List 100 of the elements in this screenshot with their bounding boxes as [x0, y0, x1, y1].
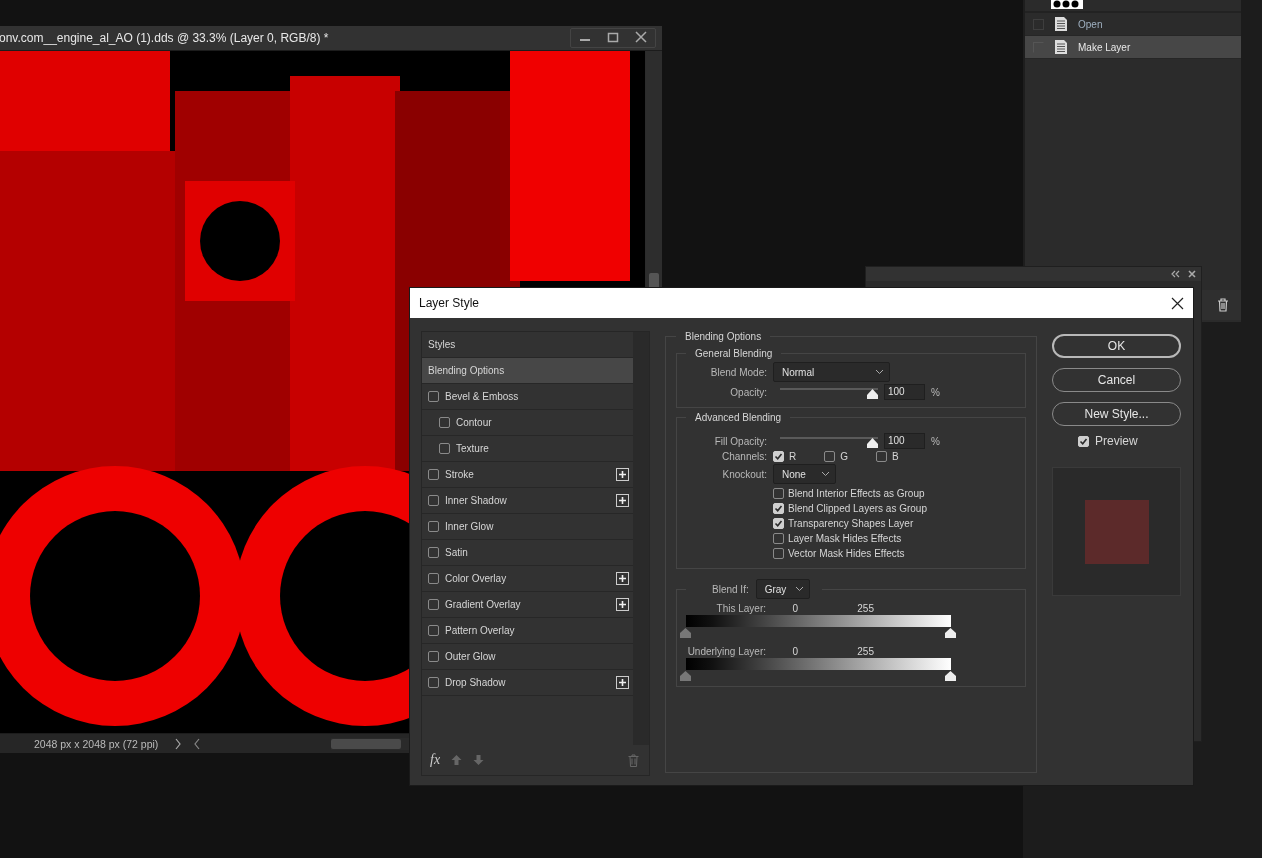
style-item[interactable]: Satin: [422, 540, 633, 566]
checkbox[interactable]: [439, 443, 450, 454]
add-icon[interactable]: [616, 468, 629, 481]
caret-icon: [794, 586, 804, 592]
dropdown[interactable]: Gray: [755, 579, 810, 599]
collapse-icon[interactable]: [1170, 270, 1180, 278]
style-item[interactable]: Color Overlay: [422, 566, 633, 592]
add-icon[interactable]: [616, 676, 629, 689]
style-label: Pattern Overlay: [445, 625, 515, 636]
close-icon[interactable]: [1171, 296, 1184, 310]
number-field[interactable]: 100: [884, 384, 925, 400]
field-label: This Layer:: [715, 602, 766, 614]
history-item[interactable]: Make Layer: [1025, 36, 1241, 59]
history-label: Open: [1078, 18, 1103, 30]
option-label: Vector Mask Hides Effects: [788, 548, 905, 559]
unit-label: %: [931, 435, 940, 447]
add-icon[interactable]: [616, 572, 629, 585]
slider-thumb[interactable]: [867, 388, 878, 399]
field-label: Fill Opacity:: [713, 435, 767, 447]
style-label: Satin: [445, 547, 468, 558]
section-title: Blending Options: [684, 331, 763, 342]
document-icon: [1054, 39, 1068, 55]
style-label: Contour: [456, 417, 492, 428]
style-item[interactable]: Contour: [422, 410, 633, 436]
checkbox[interactable]: [773, 533, 784, 544]
slider-thumb[interactable]: [867, 437, 878, 448]
checkbox[interactable]: [428, 599, 439, 610]
style-item[interactable]: Outer Glow: [422, 644, 633, 670]
checkbox[interactable]: [428, 573, 439, 584]
checkbox[interactable]: [428, 469, 439, 480]
slider-track[interactable]: [780, 385, 878, 399]
checkbox[interactable]: [428, 677, 439, 688]
style-label: Drop Shadow: [445, 677, 506, 688]
option-label: Transparency Shapes Layer: [788, 518, 914, 529]
range-handle[interactable]: [945, 628, 956, 638]
checkbox[interactable]: [428, 651, 439, 662]
style-label: Gradient Overlay: [445, 599, 521, 610]
dropdown[interactable]: None: [773, 464, 836, 484]
checkbox[interactable]: [428, 495, 439, 506]
field-label: Blend If:: [712, 583, 749, 595]
style-item[interactable]: Texture: [422, 436, 633, 462]
checkbox[interactable]: [876, 451, 887, 462]
style-item[interactable]: Gradient Overlay: [422, 592, 633, 618]
checkbox[interactable]: [773, 503, 784, 514]
number-field[interactable]: 100: [884, 433, 925, 449]
style-item[interactable]: Blending Options: [422, 358, 633, 384]
checkbox[interactable]: [1078, 435, 1089, 447]
style-item[interactable]: Inner Glow: [422, 514, 633, 540]
channel-label: R: [789, 451, 797, 462]
add-icon[interactable]: [616, 598, 629, 611]
slider-track[interactable]: [780, 434, 878, 448]
field-label: Underlying Layer:: [686, 645, 766, 657]
dialog-title: Layer Style: [419, 296, 480, 310]
style-label: Blending Options: [428, 365, 505, 376]
style-label: Styles: [428, 339, 456, 350]
style-item[interactable]: Inner Shadow: [422, 488, 633, 514]
checkbox[interactable]: [773, 451, 784, 462]
add-icon[interactable]: [616, 494, 629, 507]
checkbox[interactable]: [773, 488, 784, 499]
range-handle[interactable]: [680, 671, 691, 681]
document-info: 2048 px x 2048 px (72 ppi): [34, 737, 160, 750]
style-label: Inner Glow: [445, 521, 494, 532]
option-label: Blend Clipped Layers as Group: [788, 503, 927, 514]
style-label: Inner Shadow: [445, 495, 507, 506]
option-label: Blend Interior Effects as Group: [788, 488, 925, 499]
field-label: Knockout:: [721, 468, 767, 480]
chevron-right-icon[interactable]: [174, 737, 182, 750]
dialog-button[interactable]: OK: [1052, 334, 1181, 358]
chevron-left-icon[interactable]: [193, 737, 201, 750]
section-title: Advanced Blending: [694, 412, 783, 423]
caret-icon: [821, 471, 830, 477]
field-label: Blend Mode:: [709, 366, 767, 378]
checkbox[interactable]: [428, 625, 439, 636]
style-label: Outer Glow: [445, 651, 496, 662]
style-label: Color Overlay: [445, 573, 507, 584]
fx-menu[interactable]: fx: [430, 752, 441, 768]
checkbox[interactable]: [428, 391, 439, 402]
range-value: 255: [856, 602, 874, 614]
section-title: General Blending: [694, 348, 774, 359]
style-item[interactable]: Pattern Overlay: [422, 618, 633, 644]
document-icon: [1054, 16, 1068, 32]
checkbox[interactable]: [824, 451, 836, 462]
scrollbar-thumb: [331, 738, 401, 749]
range-value: 0: [791, 602, 798, 614]
field-label: Opacity:: [729, 386, 767, 398]
checkbox[interactable]: [773, 518, 784, 529]
range-handle[interactable]: [680, 628, 691, 638]
checkbox[interactable]: [428, 547, 439, 558]
dropdown[interactable]: Normal: [773, 362, 890, 382]
checkbox[interactable]: [439, 417, 450, 428]
style-label: Stroke: [445, 469, 474, 480]
style-item[interactable]: Drop Shadow: [422, 670, 633, 696]
style-item[interactable]: Bevel & Emboss: [422, 384, 633, 410]
style-item[interactable]: Stroke: [422, 462, 633, 488]
checkbox[interactable]: [428, 521, 439, 532]
style-label: Bevel & Emboss: [445, 391, 519, 402]
range-handle[interactable]: [945, 671, 956, 681]
checkbox-label: Preview: [1095, 434, 1138, 448]
unit-label: %: [931, 386, 940, 398]
checkbox[interactable]: [773, 548, 784, 559]
